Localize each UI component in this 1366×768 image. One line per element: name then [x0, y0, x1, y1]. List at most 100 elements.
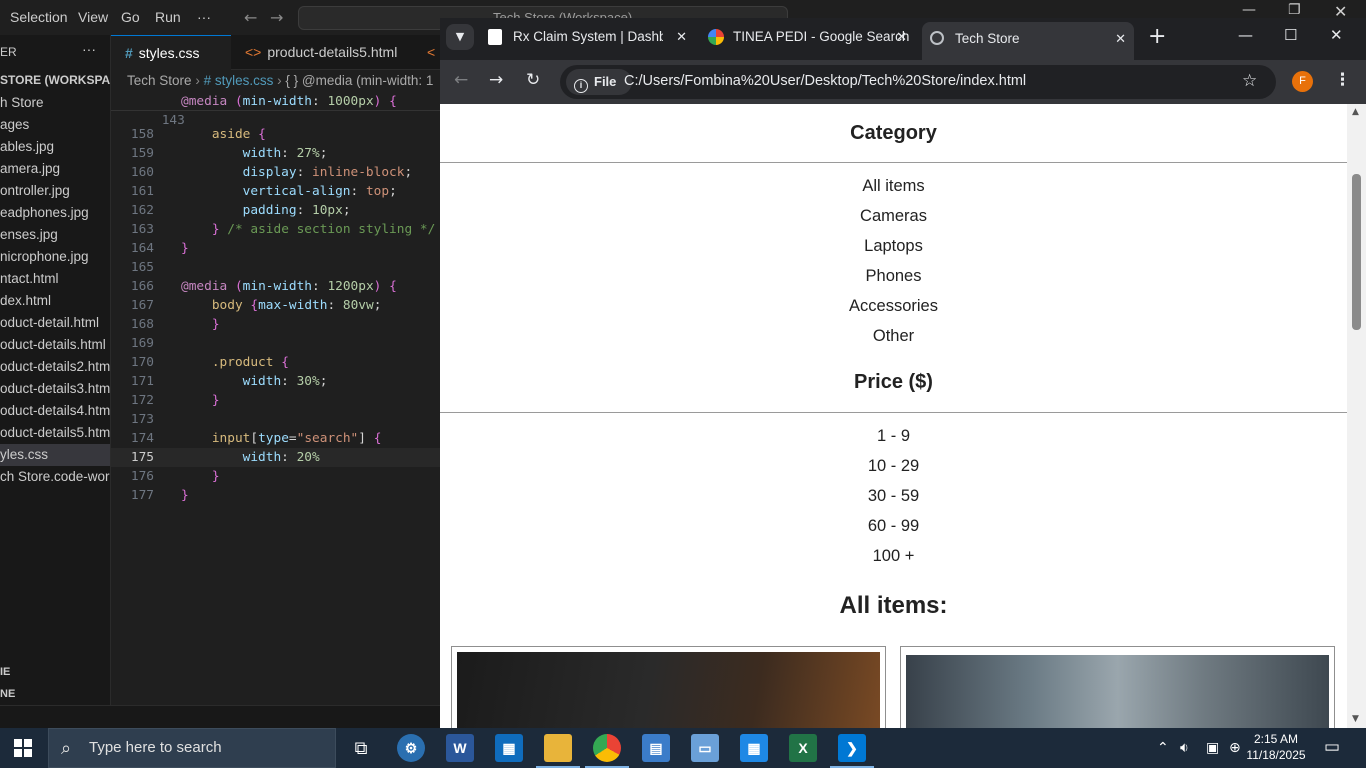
price-range-link[interactable]: 60 - 99 [440, 517, 1347, 536]
windows-start-icon[interactable] [14, 739, 32, 757]
chrome-tab-rx-claim[interactable]: Rx Claim System | Dashboard ✕ [480, 22, 695, 56]
excel-icon[interactable]: X [789, 734, 817, 762]
network-globe-icon[interactable]: ⊕ [1229, 740, 1241, 756]
file-item[interactable]: ontroller.jpg [0, 180, 110, 202]
back-arrow-icon[interactable]: ← [244, 8, 257, 27]
control-panel-icon[interactable]: ⚙ [397, 734, 425, 762]
category-link[interactable]: All items [440, 177, 1347, 196]
system-clock[interactable]: 2:15 AM 11/18/2025 [1244, 731, 1308, 763]
meet-now-icon[interactable]: ▣ [1206, 740, 1219, 756]
word-icon[interactable]: W [446, 734, 474, 762]
chrome-tab-google-search[interactable]: TINEA PEDI - Google Search ✕ [700, 22, 915, 56]
file-item[interactable]: oduct-details3.html [0, 378, 110, 400]
code-line[interactable]: 175 width: 20% [111, 448, 441, 467]
restore-icon[interactable]: ❐ [1288, 2, 1301, 18]
calculator-icon[interactable]: ▤ [642, 734, 670, 762]
chrome-menu-icon[interactable]: ⋮ [1334, 70, 1351, 90]
category-link[interactable]: Other [440, 327, 1347, 346]
tab-styles-css[interactable]: # styles.css [111, 35, 231, 70]
product-card[interactable] [451, 646, 886, 728]
file-item[interactable]: nicrophone.jpg [0, 246, 110, 268]
close-tab-icon[interactable]: ✕ [676, 22, 687, 52]
file-item[interactable]: dex.html [0, 290, 110, 312]
minimize-icon[interactable]: — [1242, 2, 1256, 18]
file-item[interactable]: ch Store.code-wor... [0, 466, 110, 488]
scroll-down-icon[interactable]: ▼ [1352, 714, 1359, 724]
file-item[interactable]: oduct-details.html [0, 334, 110, 356]
outline-section[interactable]: IE [0, 666, 10, 678]
reload-icon[interactable]: ↻ [526, 70, 540, 90]
bookmark-star-icon[interactable]: ☆ [1242, 71, 1257, 91]
page-scrollbar[interactable]: ▲ ▼ [1347, 104, 1366, 728]
code-line[interactable]: 177} [111, 486, 441, 505]
minimize-icon[interactable]: — [1238, 26, 1253, 44]
maximize-icon[interactable]: ☐ [1284, 26, 1297, 44]
photos-icon[interactable]: ▭ [691, 734, 719, 762]
scroll-thumb[interactable] [1352, 174, 1361, 330]
chrome-icon[interactable] [585, 734, 629, 768]
forward-arrow-icon[interactable]: → [489, 70, 503, 90]
code-line[interactable]: 176 } [111, 467, 441, 486]
new-tab-icon[interactable]: + [1148, 24, 1166, 49]
code-line[interactable]: 161 vertical-align: top; [111, 182, 441, 201]
code-line[interactable]: 168 } [111, 315, 441, 334]
code-editor[interactable]: 143 @media (min-width: 1000px) { 157 158… [111, 92, 441, 705]
code-line[interactable]: 169 [111, 334, 441, 353]
code-line[interactable]: 162 padding: 10px; [111, 201, 441, 220]
code-line[interactable]: 171 width: 30%; [111, 372, 441, 391]
back-arrow-icon[interactable]: ← [454, 70, 468, 90]
file-item[interactable]: ntact.html [0, 268, 110, 290]
category-link[interactable]: Accessories [440, 297, 1347, 316]
code-line[interactable]: 163 } /* aside section styling */ [111, 220, 441, 239]
category-link[interactable]: Phones [440, 267, 1347, 286]
code-line[interactable]: 158 aside { [111, 125, 441, 144]
code-line[interactable]: 166 @media (min-width: 1200px) { [111, 277, 441, 296]
code-line[interactable]: 165 [111, 258, 441, 277]
menu-go[interactable]: Go [121, 9, 140, 25]
price-range-link[interactable]: 30 - 59 [440, 487, 1347, 506]
breadcrumb-symbol[interactable]: { } @media (min-width: 1 [285, 73, 433, 88]
product-image[interactable] [457, 652, 880, 728]
file-item[interactable]: eadphones.jpg [0, 202, 110, 224]
code-line[interactable]: 173 [111, 410, 441, 429]
address-bar[interactable]: i File C:/Users/Fombina%20User/Desktop/Te… [560, 65, 1276, 99]
file-item[interactable]: oduct-details2.html [0, 356, 110, 378]
close-tab-icon[interactable]: ✕ [896, 22, 907, 52]
workspace-title[interactable]: STORE (WORKSPACE) [0, 73, 110, 87]
code-line[interactable]: 164} [111, 239, 441, 258]
file-item[interactable]: enses.jpg [0, 224, 110, 246]
code-line[interactable]: 167 body {max-width: 80vw; [111, 296, 441, 315]
store-icon[interactable]: ▦ [495, 734, 523, 762]
breadcrumb-folder[interactable]: Tech Store [127, 73, 192, 88]
close-tab-icon[interactable]: ✕ [1115, 24, 1126, 54]
code-line[interactable]: 170 .product { [111, 353, 441, 372]
file-item[interactable]: ables.jpg [0, 136, 110, 158]
menu-selection[interactable]: Selection [10, 9, 68, 25]
calendar-icon[interactable]: ▦ [740, 734, 768, 762]
file-item[interactable]: amera.jpg [0, 158, 110, 180]
tab-product-details5[interactable]: <> product-details5.html [233, 35, 418, 70]
code-line[interactable]: 172 } [111, 391, 441, 410]
volume-icon[interactable]: 🔉︎ [1180, 740, 1189, 756]
chrome-tab-tech-store[interactable]: Tech Store ✕ [922, 22, 1134, 60]
tab-search-chevron-icon[interactable]: ▼ [446, 24, 474, 50]
code-line[interactable]: 159 width: 27%; [111, 144, 441, 163]
taskbar-search-box[interactable]: ⌕ Type here to search [48, 728, 336, 768]
category-link[interactable]: Cameras [440, 207, 1347, 226]
notification-icon[interactable]: ▭ [1324, 737, 1340, 757]
vscode-icon[interactable]: ❯ [830, 734, 874, 768]
timeline-section[interactable]: NE [0, 688, 15, 700]
close-icon[interactable]: ✕ [1330, 26, 1343, 44]
file-item[interactable]: h Store [0, 92, 110, 114]
code-line[interactable]: 160 display: inline-block; [111, 163, 441, 182]
file-item[interactable]: oduct-details5.html [0, 422, 110, 444]
product-card[interactable] [900, 646, 1335, 728]
file-item[interactable]: oduct-details4.html [0, 400, 110, 422]
site-info-chip[interactable]: i File [566, 69, 632, 95]
menu-more-button[interactable]: ··· [197, 9, 211, 25]
price-range-link[interactable]: 100 + [440, 547, 1347, 566]
show-hidden-icons-icon[interactable]: ⌃ [1157, 740, 1169, 756]
file-item[interactable]: ages [0, 114, 110, 136]
url-text[interactable]: C:/Users/Fombina%20User/Desktop/Tech%20S… [624, 73, 1026, 89]
task-view-icon[interactable]: ⧉ [347, 734, 375, 762]
